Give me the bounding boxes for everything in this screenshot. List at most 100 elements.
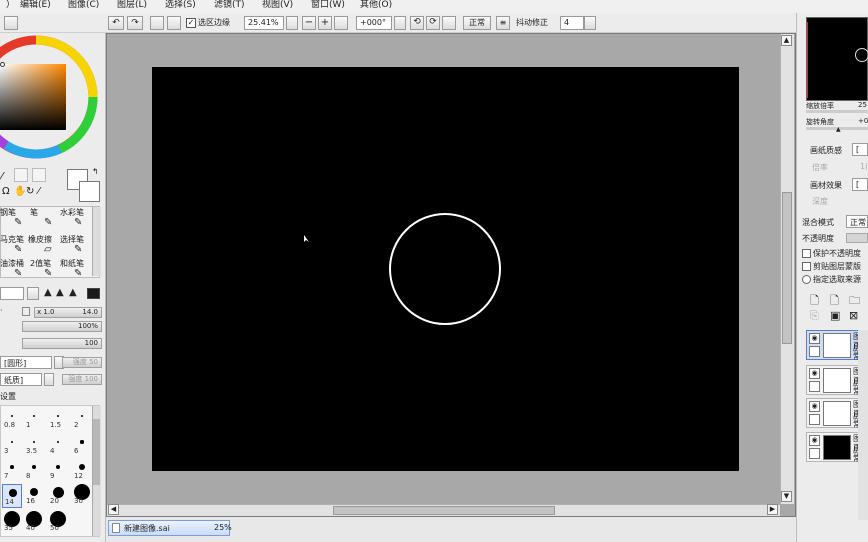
menu-view[interactable]: 视图(V) bbox=[262, 0, 293, 10]
brush-shape-square-icon[interactable] bbox=[87, 288, 100, 299]
swatch-slot[interactable] bbox=[14, 168, 28, 182]
min-size-slider[interactable]: 100% bbox=[22, 321, 102, 332]
menu-filter[interactable]: 滤镜(T) bbox=[214, 0, 245, 10]
navigator-preview[interactable] bbox=[806, 17, 868, 101]
menu-select[interactable]: 选择(S) bbox=[165, 0, 196, 10]
size-preset[interactable]: 6 bbox=[72, 434, 92, 458]
size-preset[interactable]: 14 bbox=[2, 484, 22, 508]
scroll-right-icon[interactable]: ▶ bbox=[767, 504, 778, 515]
hand-icon[interactable]: ✋ bbox=[14, 186, 26, 197]
brush-texture-select[interactable]: 纸质] bbox=[0, 373, 42, 386]
document-tab[interactable]: 新建图像.sai 25% bbox=[108, 520, 232, 536]
rotate-right-icon[interactable]: ⟳ bbox=[426, 16, 440, 30]
size-preset[interactable]: 16 bbox=[24, 484, 44, 508]
swap-colors-icon[interactable]: ↰ bbox=[92, 167, 99, 176]
size-preset[interactable]: 4 bbox=[48, 434, 68, 458]
visibility-eye-icon[interactable]: ◉ bbox=[809, 401, 820, 412]
size-preset[interactable]: 20 bbox=[48, 484, 68, 508]
nav-angle-thumb[interactable]: ▲ bbox=[836, 126, 841, 133]
shape-strength-slider[interactable]: 强度 50 bbox=[62, 357, 102, 368]
rotation-field[interactable]: +000° bbox=[356, 16, 392, 30]
swatch-slot[interactable] bbox=[32, 168, 46, 182]
rotate-reset-icon[interactable] bbox=[442, 16, 456, 30]
zoom-field[interactable]: 25.41% bbox=[244, 16, 284, 30]
stabilizer-field[interactable]: 4 bbox=[560, 16, 584, 30]
selection-source-radio[interactable] bbox=[802, 275, 811, 284]
flip-icon[interactable]: ≡ bbox=[496, 16, 510, 30]
canvas-hscroll-thumb[interactable] bbox=[333, 506, 555, 515]
size-preset[interactable]: 50 bbox=[48, 511, 68, 535]
menu-other[interactable]: 其他(O) bbox=[360, 0, 392, 10]
menu-edit[interactable]: 编辑(E) bbox=[20, 0, 51, 10]
zoom-reset-icon[interactable] bbox=[334, 16, 348, 30]
rotate-left-icon[interactable]: ⟲ bbox=[410, 16, 424, 30]
size-preset[interactable]: 30 bbox=[72, 484, 92, 508]
zoom-dropdown-icon[interactable] bbox=[286, 16, 298, 30]
size-preset[interactable]: 0.8 bbox=[2, 408, 22, 432]
merge-down-icon[interactable]: ▣ bbox=[830, 309, 840, 322]
eyedropper-icon[interactable]: ⁄ bbox=[38, 186, 40, 197]
tool-brush[interactable]: 笔 bbox=[30, 207, 38, 218]
scroll-left-icon[interactable]: ◀ bbox=[108, 504, 119, 515]
selection-edge-checkbox[interactable]: ✓ bbox=[186, 18, 196, 28]
layer-lock-icon[interactable] bbox=[809, 381, 820, 392]
list-view-icon[interactable] bbox=[4, 16, 18, 30]
visibility-eye-icon[interactable]: ◉ bbox=[809, 435, 820, 446]
undo-icon[interactable]: ↶ bbox=[108, 16, 124, 30]
layer-opacity-slider[interactable] bbox=[846, 233, 868, 243]
scroll-up-icon[interactable]: ▲ bbox=[781, 35, 792, 46]
color-wheel[interactable] bbox=[0, 33, 106, 163]
menu-edit-partial[interactable]: ） bbox=[6, 0, 15, 10]
redo-icon[interactable]: ↷ bbox=[127, 16, 143, 30]
size-preset[interactable]: 3 bbox=[2, 434, 22, 458]
background-color[interactable] bbox=[79, 181, 100, 202]
visibility-eye-icon[interactable]: ◉ bbox=[809, 368, 820, 379]
menu-window[interactable]: 窗口(W) bbox=[311, 0, 345, 10]
texture-strength-slider[interactable]: 强度 100 bbox=[62, 374, 102, 385]
invert-selection-icon[interactable] bbox=[167, 16, 181, 30]
menu-layer[interactable]: 图层(L) bbox=[117, 0, 147, 10]
canvas-vscroll-thumb[interactable] bbox=[782, 192, 792, 344]
zoom-out-icon[interactable]: − bbox=[302, 16, 316, 30]
stabilizer-dropdown-icon[interactable] bbox=[584, 16, 596, 30]
brush-shape-select[interactable]: [圆形] bbox=[0, 356, 52, 369]
size-preset[interactable]: 40 bbox=[24, 511, 44, 535]
pick-color-icon[interactable]: ⁄ bbox=[1, 170, 3, 183]
material-effect-select[interactable]: [ bbox=[852, 178, 868, 191]
layer-lock-icon[interactable] bbox=[809, 448, 820, 459]
protect-opacity-checkbox[interactable] bbox=[802, 249, 811, 258]
copy-layer-icon[interactable]: ⎘ bbox=[810, 309, 819, 323]
size-preset[interactable]: 7 bbox=[2, 459, 22, 483]
size-slider[interactable]: x 1.0 14.0 bbox=[34, 307, 102, 318]
brush-shape-sharp-icon[interactable]: ▲ bbox=[69, 287, 77, 298]
size-preset[interactable]: 35 bbox=[2, 511, 22, 535]
size-preset[interactable]: 2 bbox=[72, 408, 92, 432]
layer-lock-icon[interactable] bbox=[809, 414, 820, 425]
clip-group-checkbox[interactable] bbox=[802, 262, 811, 271]
zoom-in-icon[interactable]: + bbox=[318, 16, 332, 30]
menu-image[interactable]: 图像(C) bbox=[68, 0, 99, 10]
size-preset-scroll-thumb[interactable] bbox=[93, 419, 100, 485]
color-picker-cursor[interactable] bbox=[0, 62, 5, 67]
deselect-icon[interactable] bbox=[150, 16, 164, 30]
size-preset[interactable]: 1.5 bbox=[48, 408, 68, 432]
view-mode-button[interactable]: 正常 bbox=[463, 16, 491, 30]
visibility-eye-icon[interactable]: ◉ bbox=[809, 333, 820, 344]
size-preset[interactable]: 1 bbox=[24, 408, 44, 432]
layer-lock-icon[interactable] bbox=[809, 346, 820, 357]
brush-shape-soft-icon[interactable]: ▲ bbox=[56, 287, 64, 298]
lasso-icon[interactable]: Ω bbox=[2, 186, 10, 197]
paper-texture-select[interactable]: [ bbox=[852, 143, 868, 156]
size-preset[interactable]: 9 bbox=[48, 459, 68, 483]
size-preset[interactable]: 8 bbox=[24, 459, 44, 483]
scroll-down-icon[interactable]: ▼ bbox=[781, 491, 792, 502]
size-preset[interactable]: 3.5 bbox=[24, 434, 44, 458]
brush-texture-dropdown-icon[interactable] bbox=[44, 373, 54, 386]
rotation-dropdown-icon[interactable] bbox=[394, 16, 406, 30]
delete-layer-icon[interactable]: ⊠ bbox=[849, 309, 858, 322]
size-lock-icon[interactable] bbox=[22, 307, 30, 316]
tool-palette-scrollbar[interactable] bbox=[92, 207, 101, 276]
blend-dropdown-icon[interactable] bbox=[27, 287, 39, 300]
layer-blend-select[interactable]: 正常 bbox=[846, 215, 868, 228]
blend-mode-select[interactable] bbox=[0, 287, 24, 300]
